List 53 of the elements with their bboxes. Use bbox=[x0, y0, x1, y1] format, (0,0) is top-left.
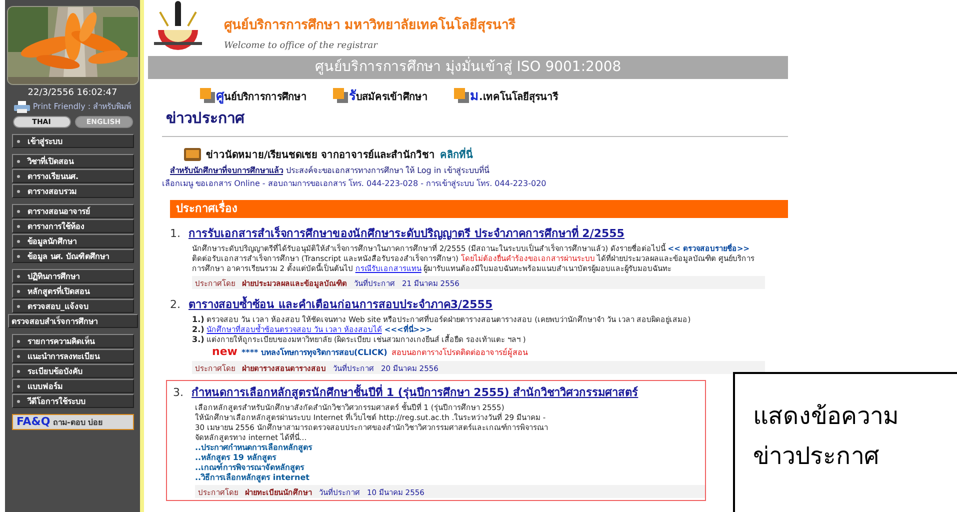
menu-item[interactable]: ตารางสอบรวม bbox=[12, 184, 134, 198]
page-heading: ข่าวประกาศ bbox=[166, 108, 246, 129]
site-subtitle: ศูนย์บริการการศึกษา มหาวิทยาลัยเทคโนโลยีสุรนารี bbox=[224, 16, 516, 35]
square-icon bbox=[200, 88, 215, 102]
menu-item[interactable]: ข้อมูลนักศึกษา bbox=[12, 234, 134, 248]
menu-item[interactable]: ระเบียบข้อบังคับ bbox=[12, 364, 134, 378]
welcome-text: Welcome to office of the registrar bbox=[224, 41, 379, 51]
callout-text: แสดงข้อความ bbox=[753, 401, 900, 432]
nav-link[interactable]: ม.เทคโนโลยีสุรนารี bbox=[470, 84, 558, 106]
square-icon bbox=[454, 88, 469, 102]
item-number: 1. bbox=[170, 227, 180, 240]
new-label: new bbox=[212, 345, 238, 358]
text-link[interactable]: ..วิธีการเลือกหลักสูตร internet bbox=[195, 473, 310, 483]
menu-item[interactable]: หลักสูตรที่เปิดสอน bbox=[12, 284, 134, 298]
menu-item[interactable]: วิชาที่เปิดสอน bbox=[12, 154, 134, 168]
menu-item[interactable]: วีดีโอการใช้ระบบ bbox=[12, 394, 134, 408]
text-link[interactable]: **** บทลงโทษการทุจริตการสอบ(CLICK) bbox=[241, 346, 388, 359]
announcement-title[interactable]: การรับเอกสารสำเร็จการศึกษาของนักศึกษาระดับปริญญาตรี ประจำภาคการศึกษาที่ 2/2555 bbox=[188, 224, 624, 242]
menu-item[interactable]: เข้าสู่ระบบ bbox=[12, 134, 134, 148]
nav-link[interactable]: ศูนย์บริการการศึกษา bbox=[216, 84, 307, 106]
callout-text: ข่าวประกาศ bbox=[753, 441, 880, 472]
text-link[interactable]: ..เกณฑ์การพิจารณาจัดหลักสูตร bbox=[195, 463, 304, 473]
faq-button[interactable]: FA&Q ถาม-ตอบ บ่อย bbox=[12, 414, 134, 430]
announcement-title[interactable]: ตารางสอบซ้ำซ้อน และคำเตือนก่อนการสอบประจำภาค3/2555 bbox=[188, 295, 493, 313]
item-number: 3. bbox=[173, 386, 184, 399]
click-here-link[interactable]: คลิกที่นี่ bbox=[440, 147, 474, 162]
square-icon bbox=[333, 88, 348, 102]
menu-item[interactable]: ตารางการใช้ห้อง bbox=[12, 219, 134, 233]
date-time: 22/3/2556 16:02:47 bbox=[28, 88, 118, 98]
section-header: ประกาศเรื่อง bbox=[170, 200, 788, 218]
menu-item[interactable]: แบบฟอร์ม bbox=[12, 379, 134, 393]
graduate-link[interactable]: สำหรับนักศึกษาที่จบการศึกษาแล้ว bbox=[170, 164, 283, 177]
text-link[interactable]: ..ประกาศกำหนดการเลือกหลักสูตร bbox=[195, 443, 312, 453]
box-icon bbox=[184, 148, 201, 161]
menu-item[interactable]: ข้อมูล นศ. บัณฑิตศึกษา bbox=[12, 249, 134, 263]
text-link[interactable]: ..หลักสูตร 19 หลักสูตร bbox=[195, 453, 276, 463]
menu-item[interactable]: ตารางสอนอาจารย์ bbox=[12, 204, 134, 218]
menu-item[interactable]: ตรวจสอบสำเร็จการศึกษา bbox=[8, 314, 138, 328]
printer-icon bbox=[14, 100, 30, 112]
contact-text: เลือกเมนู ขอเอกสาร Online - สอบถามการขอเอกสาร โทร. 044-223-028 - การเข้าสู่ระบบ โทร. 044-223-020 bbox=[162, 178, 548, 190]
notice-text: ข่าวนัดหมาย/เรียนชดเชย จากอาจารย์และสำนักวิชา bbox=[206, 148, 436, 162]
menu-item[interactable]: รายการความคิดเห็น bbox=[12, 334, 134, 348]
alert-text: สอบนอกตารางโปรดติดต่ออาจารย์ผู้สอน bbox=[391, 346, 528, 359]
item-number: 2. bbox=[170, 298, 180, 311]
graduate-text: ประสงค์จะขอเอกสารทางการศึกษา ให้ Log in เข้าสู่ระบบที่นี่ bbox=[286, 164, 489, 177]
menu-item[interactable]: ปฏิทินการศึกษา bbox=[12, 269, 134, 283]
menu-item[interactable]: ตารางเรียนนศ. bbox=[12, 169, 134, 183]
nav-link[interactable]: รับสมัครเข้าศึกษา bbox=[349, 84, 428, 106]
banner-bar: ศูนย์บริการการศึกษา มุ่งมั่นเข้าสู่ ISO 9001:2008 bbox=[148, 56, 788, 79]
menu-item[interactable]: ตรวจสอบ_แจ้งจบ bbox=[12, 299, 134, 313]
announcement-title[interactable]: กำหนดการเลือกหลักสูตรนักศึกษาชั้นปีที่ 1 (รุ่นปีการศึกษา 2555) สำนักวิชาวิศวกรรมศาสตร์ bbox=[192, 383, 638, 401]
print-friendly-link[interactable]: Print Friendly : สำหรับพิมพ์ bbox=[32, 100, 132, 113]
menu-item[interactable]: แนะนำการลงทะเบียน bbox=[12, 349, 134, 363]
